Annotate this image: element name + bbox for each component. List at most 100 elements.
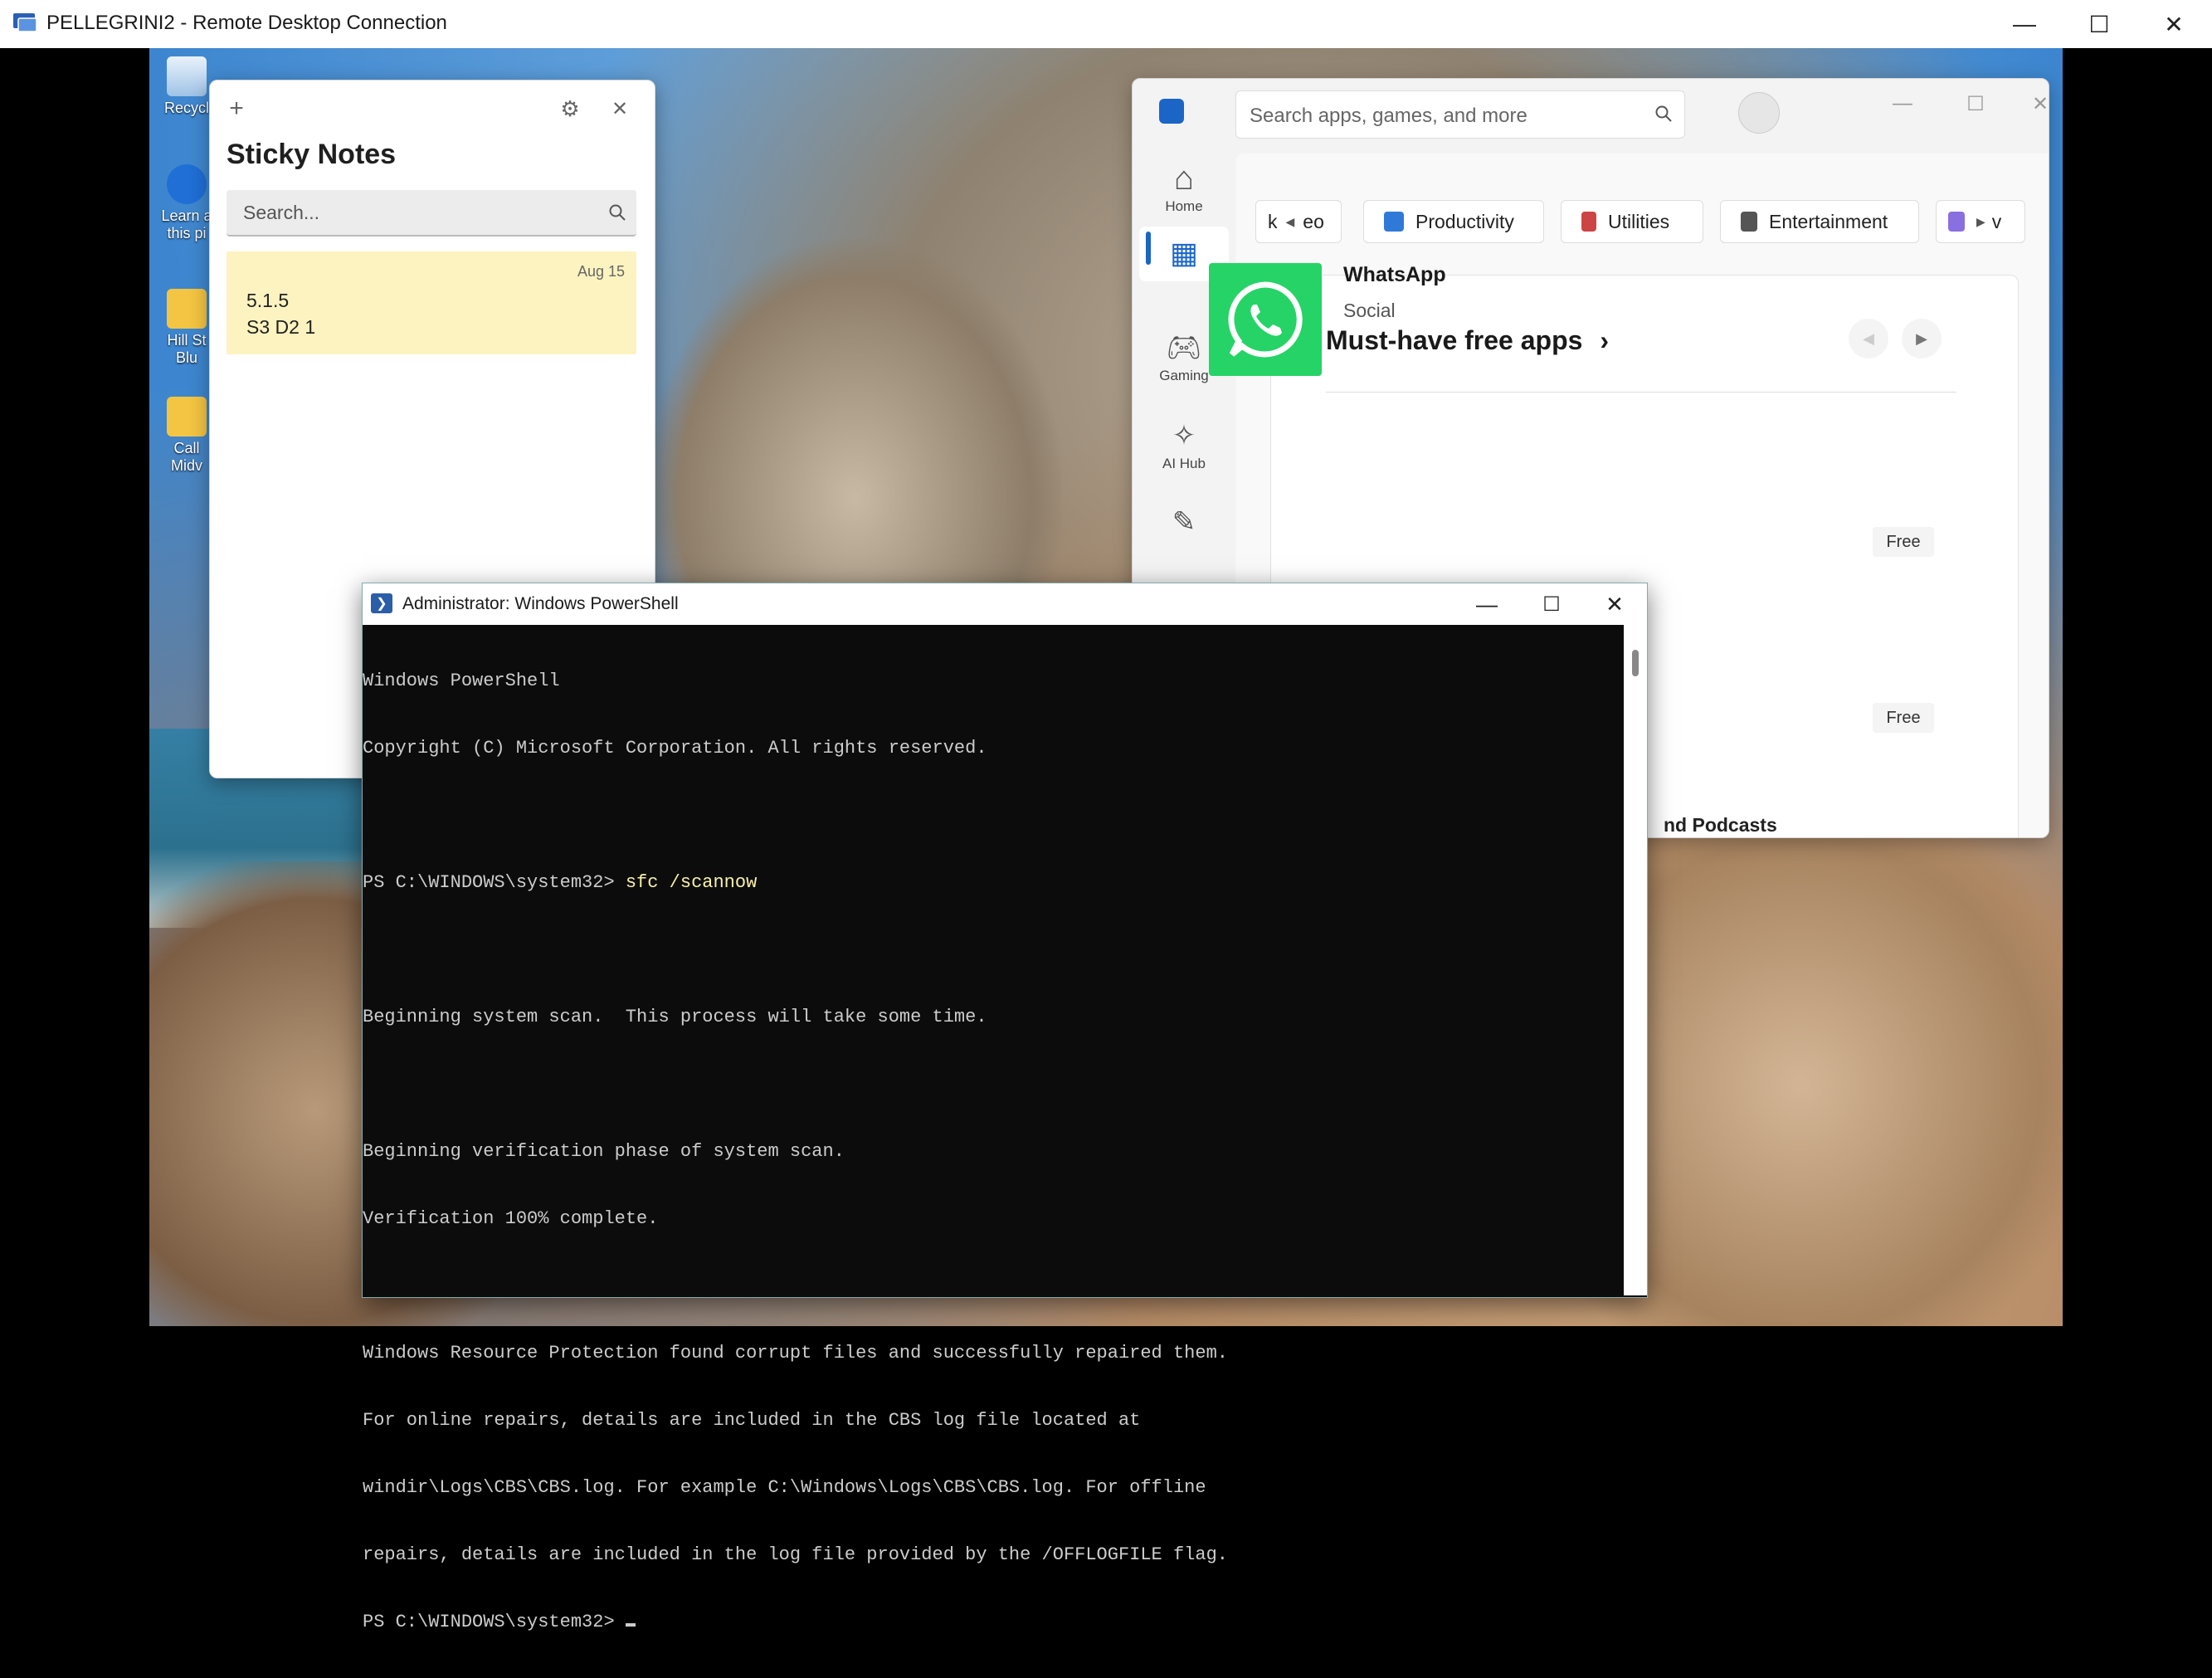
ps-maximize-button[interactable]: ☐ xyxy=(1519,583,1584,625)
nav-selection-indicator xyxy=(1146,232,1151,265)
terminal-final-prompt-line[interactable]: PS C:\WINDOWS\system32> xyxy=(363,1611,1624,1633)
desktop-icon-label: Learn a this pi xyxy=(161,207,212,241)
category-pill-video[interactable]: k ◀ eo xyxy=(1255,200,1342,243)
nav-brush[interactable]: ✎ xyxy=(1139,502,1229,542)
add-note-button[interactable]: + xyxy=(220,92,253,125)
rdp-left-frame xyxy=(0,48,149,1326)
app-price-button[interactable]: Free xyxy=(1873,703,1934,733)
note-date: Aug 15 xyxy=(577,263,625,280)
sticky-close-button[interactable]: ✕ xyxy=(603,92,636,125)
scrollbar-thumb[interactable] xyxy=(1632,650,1639,676)
category-pill-utilities[interactable]: Utilities xyxy=(1561,200,1703,243)
remote-desktop-icon xyxy=(13,13,37,32)
pill-label: Utilities xyxy=(1608,210,1670,232)
terminal-line: Beginning system scan. This process will… xyxy=(363,1007,987,1027)
section-title-text: Must-have free apps xyxy=(1326,325,1583,355)
nav-label: Home xyxy=(1165,198,1203,214)
store-minimize-button[interactable]: — xyxy=(1878,85,1927,122)
app-price-button[interactable]: Free xyxy=(1873,527,1934,557)
app-category: Social xyxy=(1343,300,1396,321)
rdp-minimize-button[interactable]: — xyxy=(1986,0,2063,48)
terminal-command-line: PS C:\WINDOWS\system32> sfc /scannow xyxy=(363,871,1624,894)
store-search-input[interactable]: Search apps, games, and more xyxy=(1235,90,1685,139)
rdp-window-title: PELLEGRINI2 - Remote Desktop Connection xyxy=(46,12,447,34)
store-close-button[interactable]: ✕ xyxy=(2015,85,2049,122)
desktop-icon-label: Hill St Blu xyxy=(167,332,207,366)
category-pill-entertainment[interactable]: Entertainment xyxy=(1720,200,1919,243)
ps-close-button[interactable]: ✕ xyxy=(1582,583,1647,625)
section-title-partial[interactable]: nd Podcasts xyxy=(1664,814,1777,837)
chevron-right-icon: › xyxy=(1600,325,1609,355)
desktop-icon-learn[interactable]: Learn a this pi xyxy=(158,164,216,242)
store-logo-icon xyxy=(1159,99,1184,124)
search-placeholder: Search apps, games, and more xyxy=(1250,105,1527,127)
terminal-cursor xyxy=(625,1623,636,1627)
nav-home[interactable]: ⌂ Home xyxy=(1139,159,1229,215)
pill-label: Entertainment xyxy=(1769,210,1888,232)
settings-gear-icon[interactable]: ⚙ xyxy=(553,92,587,125)
productivity-icon xyxy=(1384,212,1404,232)
terminal-line: windir\Logs\CBS\CBS.log. For example C:\… xyxy=(363,1477,1206,1498)
desktop-icon-recycle-bin[interactable]: Recycl xyxy=(158,56,216,117)
note-line: S3 D2 1 xyxy=(246,316,316,338)
terminal-line: Verification 100% complete. xyxy=(363,1208,659,1229)
terminal-scrollbar[interactable] xyxy=(1624,625,1647,1295)
powershell-window: ❯ Administrator: Windows PowerShell — ☐ … xyxy=(362,583,1648,1632)
store-maximize-button[interactable]: ☐ xyxy=(1951,85,2000,122)
info-icon xyxy=(167,164,207,204)
entertainment-icon xyxy=(1741,212,1757,232)
search-placeholder: Search... xyxy=(243,202,320,223)
brush-icon: ✎ xyxy=(1172,506,1196,538)
category-pill-productivity[interactable]: Productivity xyxy=(1363,200,1544,243)
category-icon xyxy=(1948,212,1965,232)
terminal-output[interactable]: Windows PowerShell Copyright (C) Microso… xyxy=(363,625,1624,1632)
terminal-prompt: PS C:\WINDOWS\system32> xyxy=(363,872,626,893)
whatsapp-app-icon[interactable] xyxy=(1209,263,1322,376)
pill-label: eo xyxy=(1303,210,1324,232)
nav-ai-hub[interactable]: ✧ AI Hub xyxy=(1139,416,1229,472)
search-icon[interactable] xyxy=(1654,105,1673,123)
folder-shortcut-icon xyxy=(167,397,207,437)
terminal-line: Windows PowerShell xyxy=(363,671,560,691)
section-divider xyxy=(1326,392,1956,393)
ps-minimize-button[interactable]: — xyxy=(1454,583,1519,625)
desktop-icon-call-midv[interactable]: Call Midv xyxy=(158,397,216,475)
rdp-close-button[interactable]: ✕ xyxy=(2136,0,2212,48)
scroll-right-icon[interactable]: ▶ xyxy=(1976,215,1985,229)
rdp-maximize-button[interactable]: ☐ xyxy=(2061,0,2137,48)
terminal-command: sfc /scannow xyxy=(625,872,758,893)
terminal-line: Windows Resource Protection found corrup… xyxy=(363,1343,1228,1363)
nav-label: AI Hub xyxy=(1162,456,1206,471)
pill-label: Productivity xyxy=(1415,210,1514,232)
pill-label: v xyxy=(1991,210,2002,232)
terminal-line: repairs, details are included in the log… xyxy=(363,1544,1228,1565)
sparkle-icon: ✧ xyxy=(1172,420,1196,451)
note-line: 5.1.5 xyxy=(246,290,290,311)
account-avatar-icon[interactable] xyxy=(1738,92,1780,134)
terminal-line: For online repairs, details are included… xyxy=(363,1410,1141,1431)
recycle-bin-icon xyxy=(167,56,207,96)
carousel-prev-button[interactable]: ◀ xyxy=(1849,319,1888,359)
rdp-right-frame xyxy=(2063,48,2212,1326)
note-card[interactable]: Aug 15 5.1.5 S3 D2 1 xyxy=(227,251,636,354)
rdp-title-bar: PELLEGRINI2 - Remote Desktop Connection … xyxy=(0,0,2212,49)
powershell-title-bar: ❯ Administrator: Windows PowerShell — ☐ … xyxy=(363,583,1647,625)
powershell-icon: ❯ xyxy=(371,593,392,613)
terminal-line: Beginning verification phase of system s… xyxy=(363,1141,845,1162)
sticky-notes-title: Sticky Notes xyxy=(227,139,397,170)
carousel-next-button[interactable]: ▶ xyxy=(1902,319,1942,359)
search-icon[interactable] xyxy=(608,203,626,222)
utilities-icon xyxy=(1581,212,1596,232)
scroll-left-icon[interactable]: ◀ xyxy=(1286,215,1295,229)
app-name[interactable]: WhatsApp xyxy=(1343,263,1446,287)
section-title[interactable]: Must-have free apps › xyxy=(1326,325,1609,356)
desktop-icon-hill-street[interactable]: Hill St Blu xyxy=(158,289,216,367)
terminal-line: Copyright (C) Microsoft Corporation. All… xyxy=(363,738,987,759)
sticky-search-input[interactable]: Search... xyxy=(227,190,636,237)
home-icon: ⌂ xyxy=(1173,160,1195,197)
category-pill-more[interactable]: ▶ v xyxy=(1936,200,2025,243)
terminal-prompt: PS C:\WINDOWS\system32> xyxy=(363,1612,626,1632)
